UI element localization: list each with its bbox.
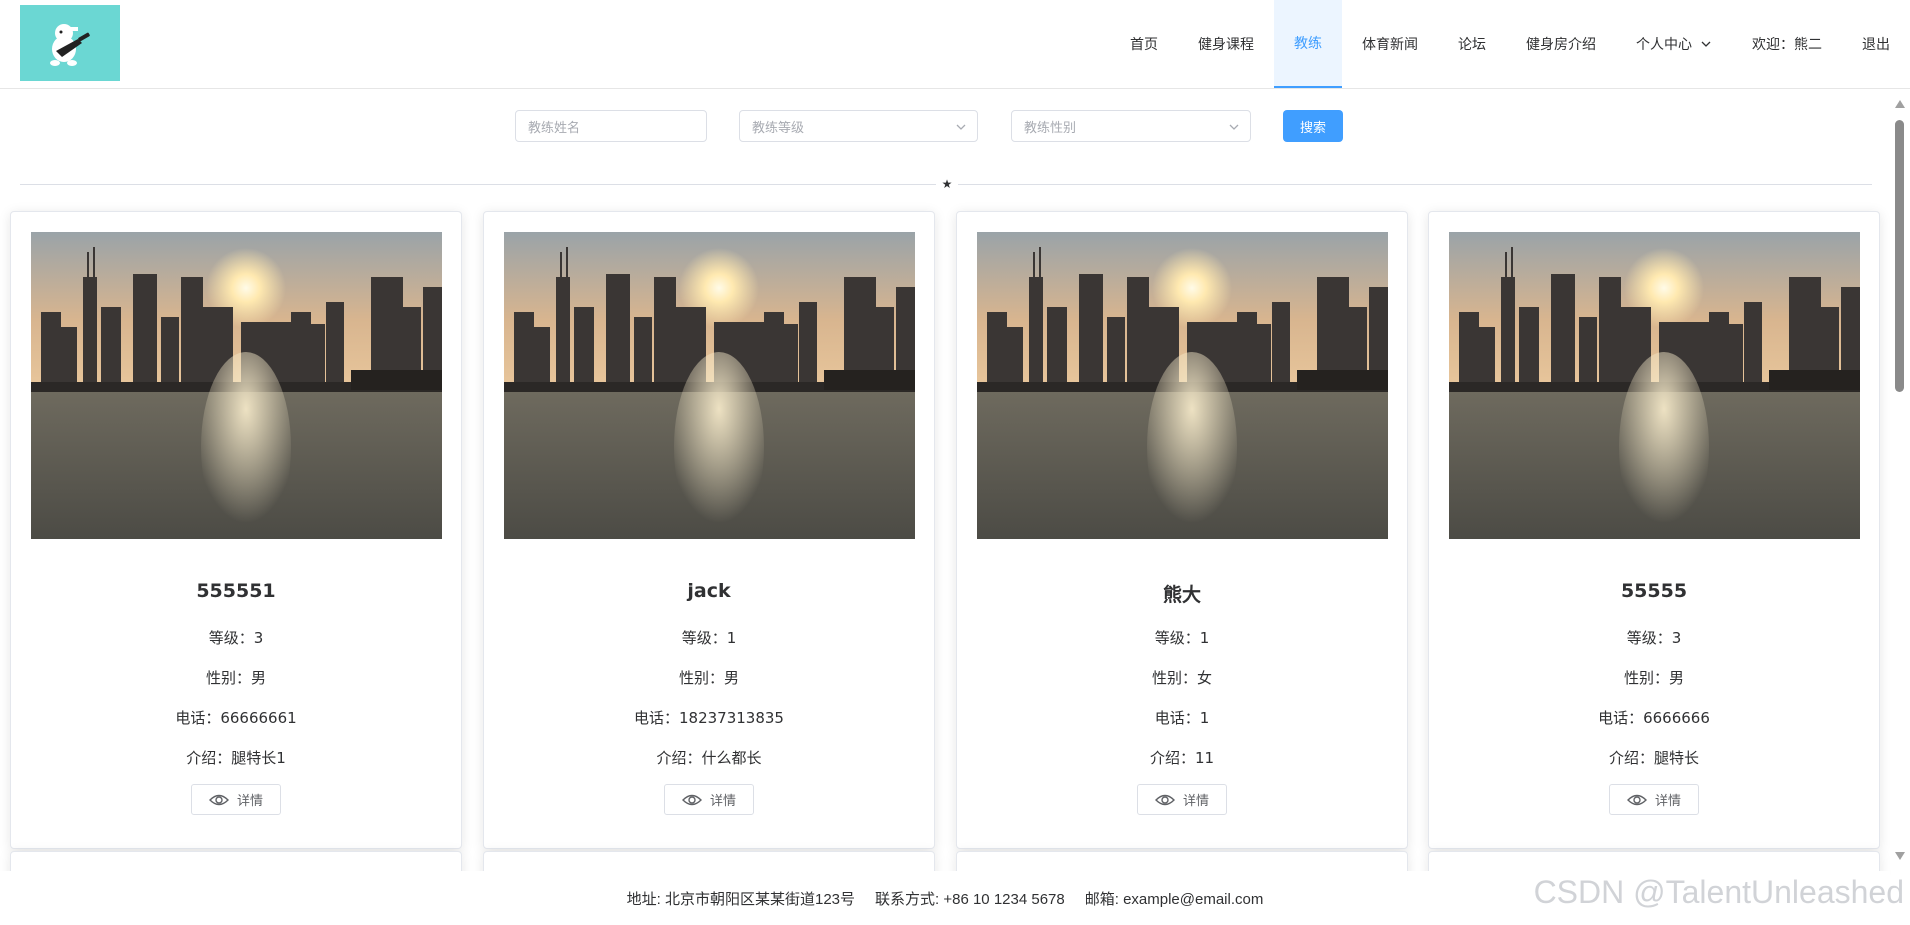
coach-card[interactable]: jack 等级：1 性别：男 电话：18237313835 介绍：什么都长 详情 bbox=[483, 211, 935, 849]
main-nav: 首页 健身课程 教练 体育新闻 论坛 健身房介绍 个人中心 欢迎：熊二 退出 bbox=[1110, 0, 1910, 88]
eye-icon bbox=[1626, 794, 1647, 805]
coach-name-input[interactable]: 教练姓名 bbox=[515, 110, 707, 142]
coach-card[interactable]: 熊大 等级：1 性别：女 电话：1 介绍：11 详情 bbox=[956, 211, 1408, 849]
nav-logout[interactable]: 退出 bbox=[1842, 0, 1910, 88]
detail-label: 详情 bbox=[1182, 794, 1209, 809]
detail-button[interactable]: 详情 bbox=[191, 784, 281, 815]
coach-photo bbox=[977, 232, 1388, 539]
detail-button[interactable]: 详情 bbox=[664, 784, 754, 815]
coach-name: 555551 bbox=[196, 580, 276, 602]
eye-icon bbox=[681, 794, 702, 805]
logout-label: 退出 bbox=[1862, 37, 1890, 53]
coach-intro: 介绍：腿特长 bbox=[1608, 749, 1699, 767]
detail-label: 详情 bbox=[236, 794, 263, 809]
coach-photo bbox=[1449, 232, 1860, 539]
coach-name-placeholder: 教练姓名 bbox=[528, 120, 581, 136]
footer-address: 地址: 北京市朝阳区某某街道123号 bbox=[626, 890, 856, 908]
nav-sports-news-label: 体育新闻 bbox=[1362, 37, 1418, 53]
coach-card[interactable]: 555551 等级：3 性别：男 电话：66666661 介绍：腿特长1 详情 bbox=[10, 211, 462, 849]
top-header: 首页 健身课程 教练 体育新闻 论坛 健身房介绍 个人中心 欢迎：熊二 退出 bbox=[0, 0, 1910, 89]
coach-name: 熊大 bbox=[1162, 584, 1201, 606]
coach-gender-select[interactable]: 教练性别 bbox=[1011, 110, 1251, 142]
eye-icon bbox=[208, 794, 229, 805]
coach-phone: 电话：1 bbox=[1154, 709, 1210, 727]
coach-level-select[interactable]: 教练等级 bbox=[739, 110, 978, 142]
nav-home-label: 首页 bbox=[1130, 37, 1158, 53]
welcome-label: 欢迎：熊二 bbox=[1752, 37, 1822, 53]
coach-intro: 介绍：11 bbox=[1149, 749, 1215, 767]
nav-welcome[interactable]: 欢迎：熊二 bbox=[1732, 0, 1842, 88]
scrollbar-thumb[interactable] bbox=[1895, 120, 1904, 392]
logo-mascot-icon bbox=[50, 24, 90, 66]
detail-label: 详情 bbox=[709, 794, 736, 809]
personal-center-label: 个人中心 bbox=[1636, 37, 1692, 53]
coach-phone: 电话：6666666 bbox=[1598, 709, 1710, 727]
coach-gender: 性别：男 bbox=[1623, 669, 1684, 687]
nav-gym-intro-label: 健身房介绍 bbox=[1526, 37, 1596, 53]
scroll-down-icon[interactable] bbox=[1895, 852, 1905, 860]
watermark: CSDN @TalentUnleashed bbox=[1533, 874, 1904, 910]
coach-gender: 性别：男 bbox=[205, 669, 266, 687]
vertical-scrollbar[interactable] bbox=[1890, 90, 1910, 870]
coach-gender: 性别：女 bbox=[1151, 669, 1212, 687]
coach-intro: 介绍：什么都长 bbox=[656, 749, 762, 767]
nav-home[interactable]: 首页 bbox=[1110, 0, 1178, 88]
nav-forum[interactable]: 论坛 bbox=[1438, 0, 1506, 88]
coach-intro: 介绍：腿特长1 bbox=[186, 749, 286, 767]
coach-photo bbox=[31, 232, 442, 539]
coach-photo bbox=[504, 232, 915, 539]
coach-phone: 电话：18237313835 bbox=[634, 709, 784, 727]
nav-coaches-label: 教练 bbox=[1294, 36, 1322, 52]
chevron-down-icon bbox=[956, 124, 966, 130]
nav-coaches[interactable]: 教练 bbox=[1274, 0, 1342, 88]
nav-forum-label: 论坛 bbox=[1458, 37, 1486, 53]
detail-button[interactable]: 详情 bbox=[1137, 784, 1227, 815]
footer-contact: 联系方式: +86 10 1234 5678 bbox=[875, 890, 1065, 908]
chevron-down-icon bbox=[1229, 124, 1239, 130]
search-bar: 教练姓名 教练等级 教练性别 搜索 bbox=[0, 110, 1890, 142]
coach-name: jack bbox=[687, 580, 731, 602]
scroll-up-icon[interactable] bbox=[1895, 100, 1905, 108]
detail-button[interactable]: 详情 bbox=[1609, 784, 1699, 815]
star-icon: ★ bbox=[936, 175, 958, 193]
coach-level: 等级：3 bbox=[1626, 629, 1682, 647]
site-logo[interactable] bbox=[20, 5, 120, 81]
nav-sports-news[interactable]: 体育新闻 bbox=[1342, 0, 1438, 88]
coach-card[interactable]: 55555 等级：3 性别：男 电话：6666666 介绍：腿特长 详情 bbox=[1428, 211, 1880, 849]
eye-icon bbox=[1154, 794, 1175, 805]
chevron-down-icon bbox=[1701, 41, 1711, 47]
nav-courses-label: 健身课程 bbox=[1198, 37, 1254, 53]
coach-phone: 电话：66666661 bbox=[175, 709, 297, 727]
coach-gender-placeholder: 教练性别 bbox=[1024, 120, 1077, 136]
coach-name: 55555 bbox=[1620, 580, 1688, 602]
detail-label: 详情 bbox=[1654, 794, 1681, 809]
nav-gym-intro[interactable]: 健身房介绍 bbox=[1506, 0, 1616, 88]
search-button[interactable]: 搜索 bbox=[1283, 110, 1343, 142]
footer-email: 邮箱: example@email.com bbox=[1084, 890, 1264, 908]
coach-level-placeholder: 教练等级 bbox=[752, 120, 805, 136]
nav-courses[interactable]: 健身课程 bbox=[1178, 0, 1274, 88]
coach-level: 等级：1 bbox=[681, 629, 737, 647]
coach-level: 等级：1 bbox=[1154, 629, 1210, 647]
coach-gender: 性别：男 bbox=[678, 669, 739, 687]
coach-level: 等级：3 bbox=[208, 629, 264, 647]
content-divider: ★ bbox=[20, 175, 1872, 193]
nav-personal-center[interactable]: 个人中心 bbox=[1616, 0, 1732, 88]
